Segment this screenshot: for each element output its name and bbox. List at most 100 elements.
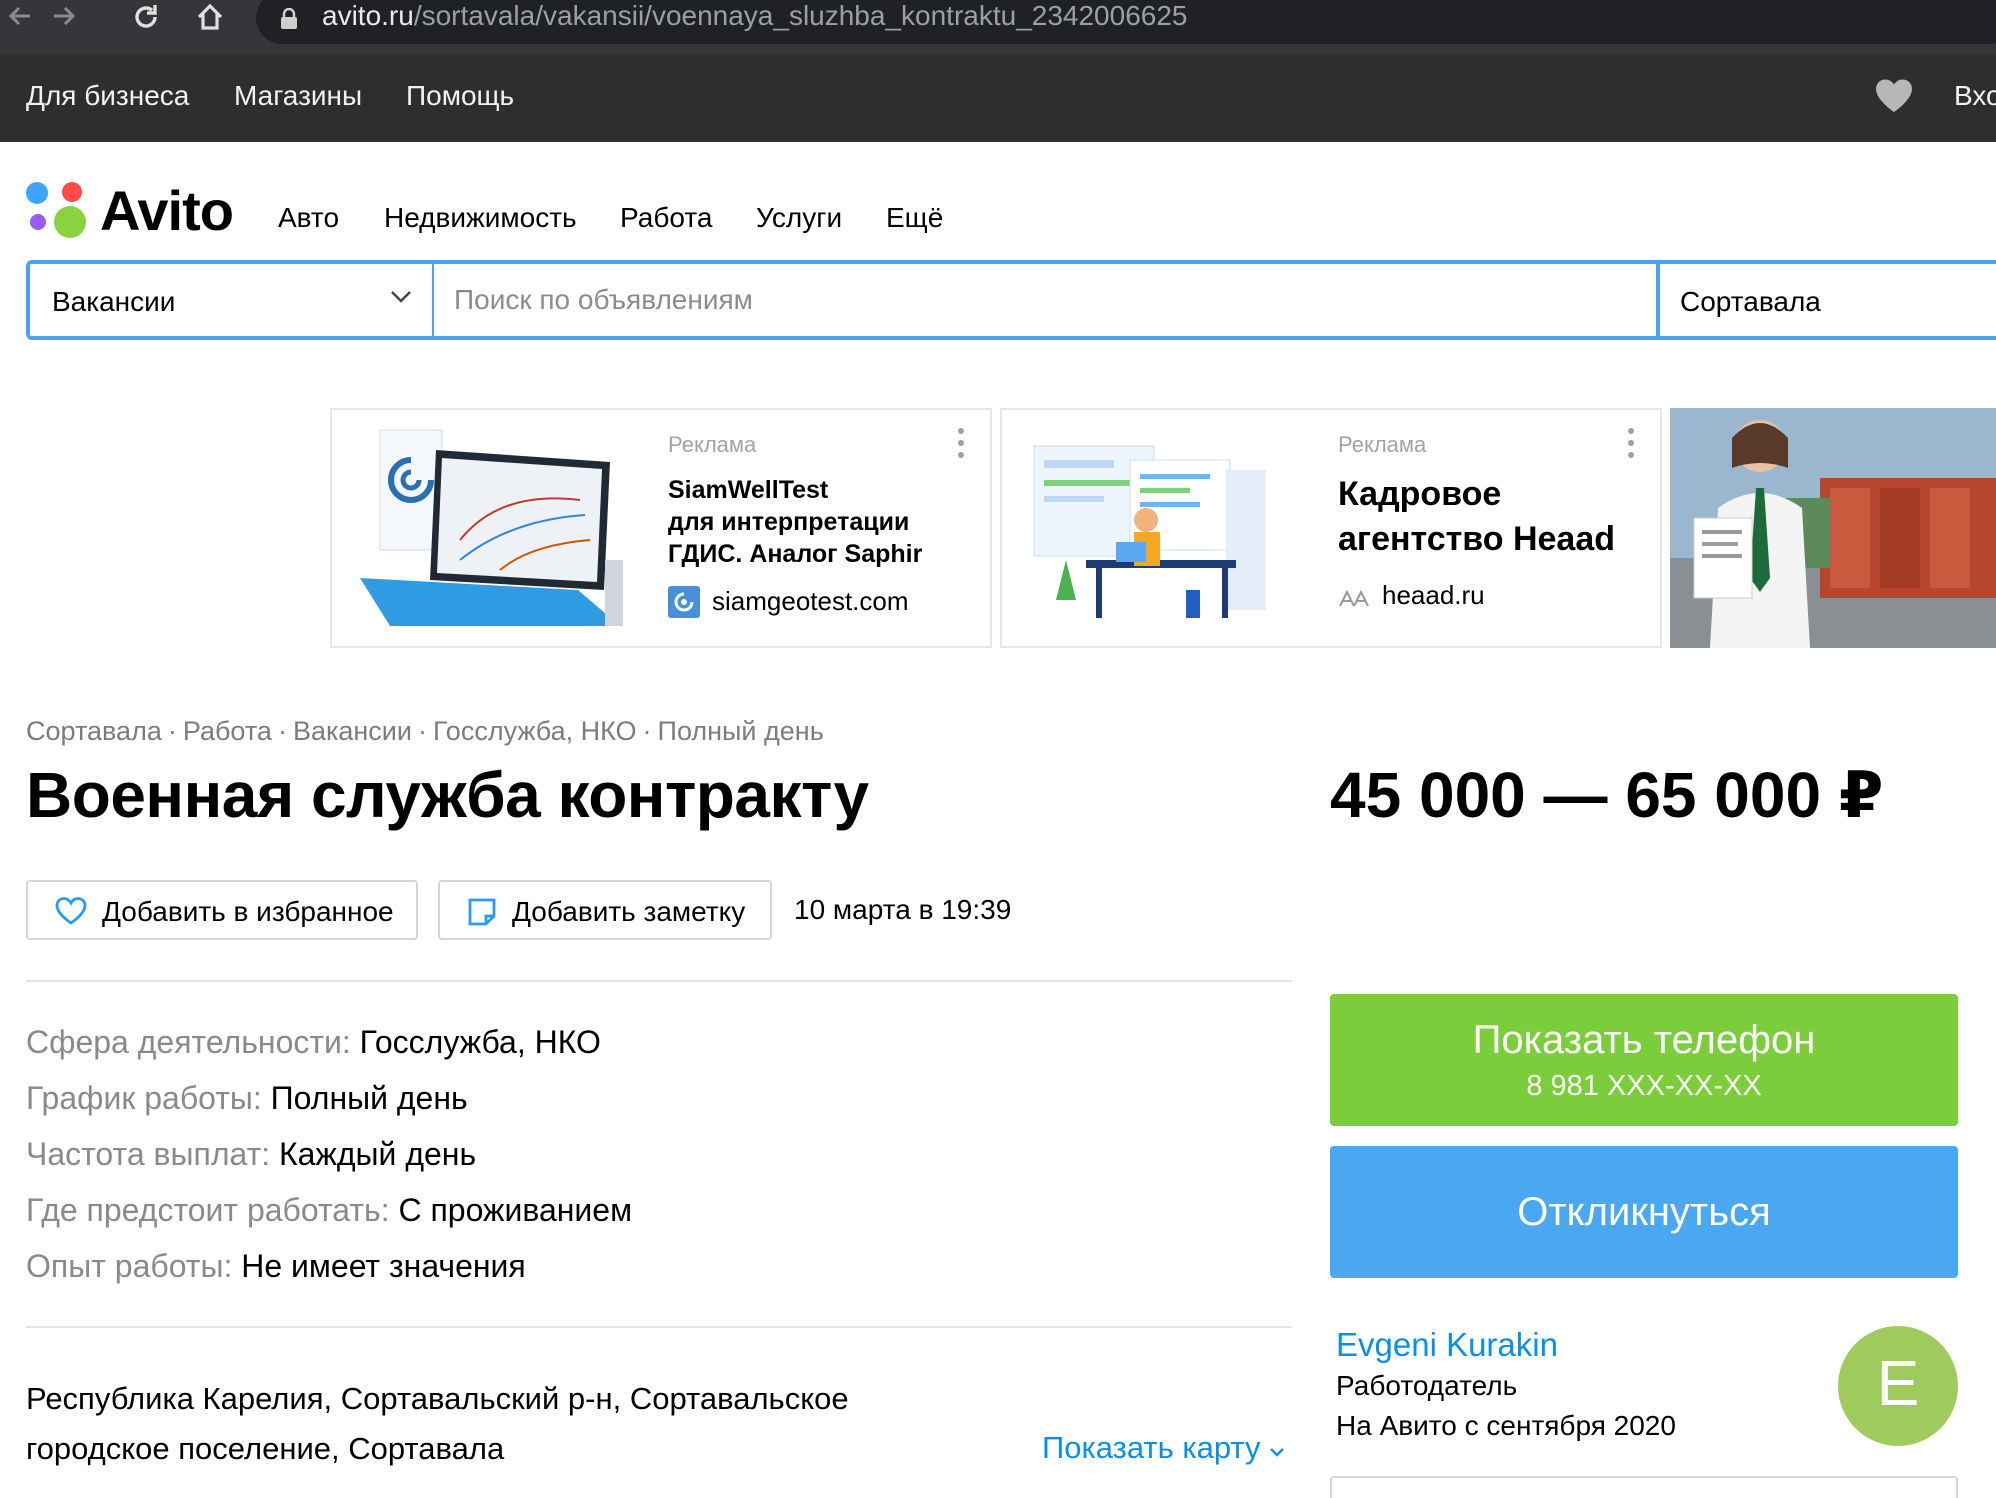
browser-toolbar: avito.ru/sortavala/vakansii/voennaya_slu… [0,0,1996,54]
seller-role: Работодатель [1336,1370,1518,1401]
ad-menu-icon[interactable] [1628,428,1638,464]
show-map-label: Показать карту [1042,1430,1261,1465]
show-map-link[interactable]: Показать карту [1042,1430,1285,1466]
breadcrumb-item[interactable]: Работа [183,716,272,746]
breadcrumb-separator: · [167,716,177,746]
show-phone-label: Показать телефон [1472,1018,1816,1062]
job-address: Республика Карелия, Сортавальский р-н, С… [26,1374,926,1474]
ad-title: Кадровое агентство Heaad [1338,472,1615,562]
add-note-button[interactable]: Добавить заметку [438,880,772,940]
category-select[interactable]: Вакансии [30,264,434,336]
reload-icon[interactable] [126,0,166,34]
param-value: Полный день [270,1080,468,1116]
heart-outline-icon [55,897,87,925]
param-label: График работы: [26,1080,262,1116]
category-link-realty[interactable]: Недвижимость [384,202,577,234]
ad-card-siamwelltest[interactable]: Реклама SiamWellTest для интерпретации Г… [330,408,992,648]
divider [26,980,1292,982]
respond-button[interactable]: Откликнуться [1330,1146,1958,1278]
ad-promo-photo [1670,408,1996,648]
ad-office-illustration [1033,445,1266,618]
breadcrumb-separator: · [417,716,427,746]
respond-label: Откликнуться [1517,1190,1771,1234]
param-label: Где предстоит работать: [26,1192,390,1228]
avatar[interactable]: E [1838,1326,1958,1446]
ad-title-line: ГДИС. Аналог Saphir [668,540,923,568]
address-bar[interactable]: avito.ru/sortavala/vakansii/voennaya_slu… [256,0,1996,44]
search-bar: Вакансии Сортавала [26,260,1996,340]
address-line: Республика Карелия, Сортавальский р-н, С… [26,1381,849,1416]
ad-title-line: для интерпретации [668,508,910,536]
note-icon [468,898,496,926]
category-link-services[interactable]: Услуги [756,202,842,234]
chevron-down-icon [1270,1448,1284,1457]
ad-domain-text: heaad.ru [1382,580,1485,610]
category-link-more[interactable]: Ещё [886,202,943,234]
ad-domain: siamgeotest.com [712,586,909,616]
category-link-auto[interactable]: Авто [278,202,339,234]
param-label: Сфера деятельности: [26,1024,351,1060]
param-sphere: Сфера деятельности: Госслужба, НКО [26,1024,601,1061]
location-value: Сортавала [1680,286,1821,317]
show-phone-button[interactable]: Показать телефон 8 981 XXX-XX-XX [1330,994,1958,1126]
heaad-favicon-icon [1339,589,1369,607]
breadcrumb: Сортавала · Работа · Вакансии · Госслужба, НКО… [26,716,824,747]
url-path: /sortavala/vakansii/voennaya_sluzhba_kon… [413,0,1188,31]
top-link-business[interactable]: Для бизнеса [26,80,189,112]
ad-label: Реклама [1338,432,1427,457]
logo-dot-red [62,182,82,202]
add-favorite-label: Добавить в избранное [102,896,394,927]
param-label: Опыт работы: [26,1248,233,1284]
top-link-shops[interactable]: Магазины [234,80,362,112]
forward-icon[interactable] [44,0,84,34]
param-label: Частота выплат: [26,1136,271,1172]
siamgeotest-favicon-icon [668,586,700,618]
logo-text: Avito [100,179,234,242]
param-value: С проживанием [398,1192,633,1228]
back-icon[interactable] [0,0,40,34]
login-link[interactable]: Вход [1954,80,1996,112]
breadcrumb-separator: · [642,716,652,746]
ad-title-line: SiamWellTest [668,476,829,504]
ad-menu-icon[interactable] [958,428,968,464]
publish-date: 10 марта в 19:39 [794,894,1012,925]
top-link-help[interactable]: Помощь [406,80,514,112]
breadcrumb-item[interactable]: Госслужба, НКО [433,716,637,746]
ad-label: Реклама [668,432,757,457]
add-favorite-button[interactable]: Добавить в избранное [26,880,418,940]
divider [26,1326,1292,1328]
avito-logo[interactable]: Avito [26,178,266,242]
location-select[interactable]: Сортавала [1656,264,1996,336]
logo-dot-purple [30,214,46,230]
search-input[interactable] [434,264,1656,336]
favorites-heart-icon[interactable] [1874,78,1914,114]
phone-masked: 8 981 XXX-XX-XX [1526,1070,1762,1102]
lock-icon [281,8,297,29]
breadcrumb-item[interactable]: Вакансии [293,716,412,746]
category-link-jobs[interactable]: Работа [620,202,712,234]
breadcrumb-item[interactable]: Полный день [658,716,824,746]
ad-title-line: Кадровое [1338,475,1502,513]
seller-name-link[interactable]: Evgeni Kurakin [1336,1326,1558,1364]
page-title: Военная служба контракту [26,759,869,831]
salary-price: 45 000 — 65 000 ₽ [1330,759,1884,831]
seller-extra-button[interactable] [1330,1476,1958,1498]
ad-card-heaad[interactable]: Реклама Кадровое агентство Heaad heaad.r… [1000,408,1662,648]
param-payment-frequency: Частота выплат: Каждый день [26,1136,476,1173]
ad-card-photo[interactable] [1670,408,1996,648]
breadcrumb-separator: · [277,716,287,746]
logo-dot-green [54,206,86,238]
top-menu: Для бизнеса Магазины Помощь Вход [0,54,1996,142]
ad-domain: heaad.ru [1382,580,1485,611]
ad-title-line: агентство Heaad [1338,520,1615,558]
logo-dot-blue [26,182,48,204]
home-icon[interactable] [190,0,230,34]
param-value: Каждый день [279,1136,477,1172]
chevron-down-icon [391,291,411,303]
breadcrumb-item[interactable]: Сортавала [26,716,162,746]
param-experience: Опыт работы: Не имеет значения [26,1248,526,1285]
ad-title: SiamWellTest для интерпретации ГДИС. Ана… [668,474,922,570]
address-line: городское поселение, Сортавала [26,1431,505,1466]
url-text: avito.ru/sortavala/vakansii/voennaya_slu… [322,0,1188,32]
avatar-letter: E [1876,1347,1920,1419]
